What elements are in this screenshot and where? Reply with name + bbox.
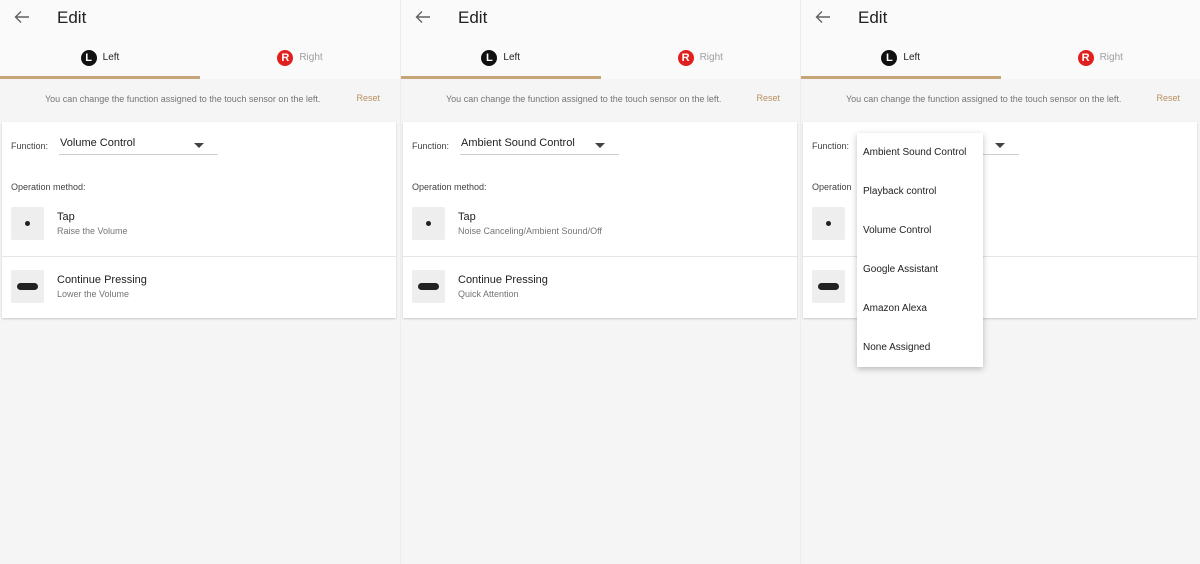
tap-subtitle: Raise the Volume xyxy=(57,226,128,236)
tab-left[interactable]: L Left xyxy=(801,36,1001,79)
back-arrow-icon[interactable] xyxy=(411,5,435,29)
function-row: Function: Volume Control xyxy=(11,137,219,155)
info-text: You can change the function assigned to … xyxy=(45,94,321,104)
right-badge-icon: R xyxy=(277,49,294,66)
dropdown-arrow-icon xyxy=(595,143,606,148)
operation-method-label: Operation method: xyxy=(412,182,487,192)
info-row: You can change the function assigned to … xyxy=(801,79,1200,119)
app-bar: Edit xyxy=(801,0,1200,36)
press-subtitle: Quick Attention xyxy=(458,289,519,299)
left-badge-icon: L xyxy=(881,49,898,66)
dropdown-option-google-assistant[interactable]: Google Assistant xyxy=(857,250,983,289)
operation-tap[interactable]: Tap Noise Canceling/Ambient Sound/Off xyxy=(403,195,797,255)
press-title: Continue Pressing xyxy=(57,274,147,286)
press-icon xyxy=(812,270,845,303)
back-arrow-icon[interactable] xyxy=(10,5,34,29)
function-label: Function: xyxy=(812,141,850,151)
tab-left[interactable]: L Left xyxy=(0,36,200,79)
right-badge-icon: R xyxy=(677,49,694,66)
tab-right-label: Right xyxy=(299,52,323,63)
tab-left-label: Left xyxy=(503,52,521,63)
dropdown-option-playback-control[interactable]: Playback control xyxy=(857,172,983,211)
tap-icon xyxy=(812,207,845,240)
dropdown-option-amazon-alexa[interactable]: Amazon Alexa xyxy=(857,289,983,328)
left-badge-icon: L xyxy=(80,49,97,66)
function-card: Function: Ambient Sound Control Operatio… xyxy=(403,122,797,318)
tab-left[interactable]: L Left xyxy=(401,36,601,79)
function-value: Ambient Sound Control xyxy=(461,137,575,149)
tab-right[interactable]: R Right xyxy=(601,36,801,79)
function-value: Volume Control xyxy=(60,137,136,149)
dropdown-option-ambient-sound-control[interactable]: Ambient Sound Control xyxy=(857,133,983,172)
tab-right[interactable]: R Right xyxy=(1001,36,1200,79)
edit-screen-volume: Edit L Left R Right You can change the f… xyxy=(0,0,400,564)
dropdown-option-none-assigned[interactable]: None Assigned xyxy=(857,328,983,367)
function-label: Function: xyxy=(412,141,450,151)
press-subtitle: Lower the Volume xyxy=(57,289,130,299)
function-row: Function: Ambient Sound Control xyxy=(412,137,620,155)
tab-left-label: Left xyxy=(903,52,921,63)
tap-title: Tap xyxy=(57,211,75,223)
function-select[interactable]: Ambient Sound Control xyxy=(460,137,620,155)
function-label: Function: xyxy=(11,141,49,151)
ear-tabs: L Left R Right xyxy=(801,36,1200,79)
tap-icon xyxy=(412,207,445,240)
function-dropdown-menu: Ambient Sound Control Playback control V… xyxy=(857,133,983,367)
tap-icon xyxy=(11,207,44,240)
info-text: You can change the function assigned to … xyxy=(846,94,1122,104)
tab-right[interactable]: R Right xyxy=(200,36,400,79)
function-select[interactable]: Volume Control xyxy=(59,137,219,155)
tab-right-label: Right xyxy=(699,52,723,63)
operation-tap[interactable]: Tap Raise the Volume xyxy=(2,195,396,255)
reset-button[interactable]: Reset xyxy=(1156,93,1180,103)
dropdown-option-volume-control[interactable]: Volume Control xyxy=(857,211,983,250)
edit-screen-dropdown: Edit L Left R Right You can change the f… xyxy=(800,0,1200,564)
tap-subtitle: Noise Canceling/Ambient Sound/Off xyxy=(458,226,602,236)
tap-title: Tap xyxy=(458,211,476,223)
press-title: Continue Pressing xyxy=(458,274,548,286)
operation-method-label: Operation xyxy=(812,182,852,192)
info-text: You can change the function assigned to … xyxy=(446,94,722,104)
reset-button[interactable]: Reset xyxy=(756,93,780,103)
press-icon xyxy=(11,270,44,303)
info-row: You can change the function assigned to … xyxy=(401,79,800,119)
right-badge-icon: R xyxy=(1077,49,1094,66)
operation-press[interactable]: Continue Pressing Quick Attention xyxy=(403,256,797,316)
edit-screen-ambient: Edit L Left R Right You can change the f… xyxy=(400,0,800,564)
tab-right-label: Right xyxy=(1099,52,1123,63)
operation-method-label: Operation method: xyxy=(11,182,86,192)
press-icon xyxy=(412,270,445,303)
left-badge-icon: L xyxy=(481,49,498,66)
ear-tabs: L Left R Right xyxy=(401,36,800,79)
function-card: Function: Volume Control Operation metho… xyxy=(2,122,396,318)
page-title: Edit xyxy=(458,8,488,27)
tab-left-label: Left xyxy=(102,52,120,63)
app-bar: Edit xyxy=(401,0,800,36)
operation-press[interactable]: Continue Pressing Lower the Volume xyxy=(2,256,396,316)
page-title: Edit xyxy=(57,8,87,27)
info-row: You can change the function assigned to … xyxy=(0,79,400,119)
page-title: Edit xyxy=(858,8,888,27)
dropdown-arrow-icon xyxy=(194,143,205,148)
reset-button[interactable]: Reset xyxy=(356,93,380,103)
back-arrow-icon[interactable] xyxy=(811,5,835,29)
app-bar: Edit xyxy=(0,0,400,36)
ear-tabs: L Left R Right xyxy=(0,36,400,79)
screens-container: Edit L Left R Right You can change the f… xyxy=(0,0,1200,564)
dropdown-arrow-icon xyxy=(995,143,1006,148)
